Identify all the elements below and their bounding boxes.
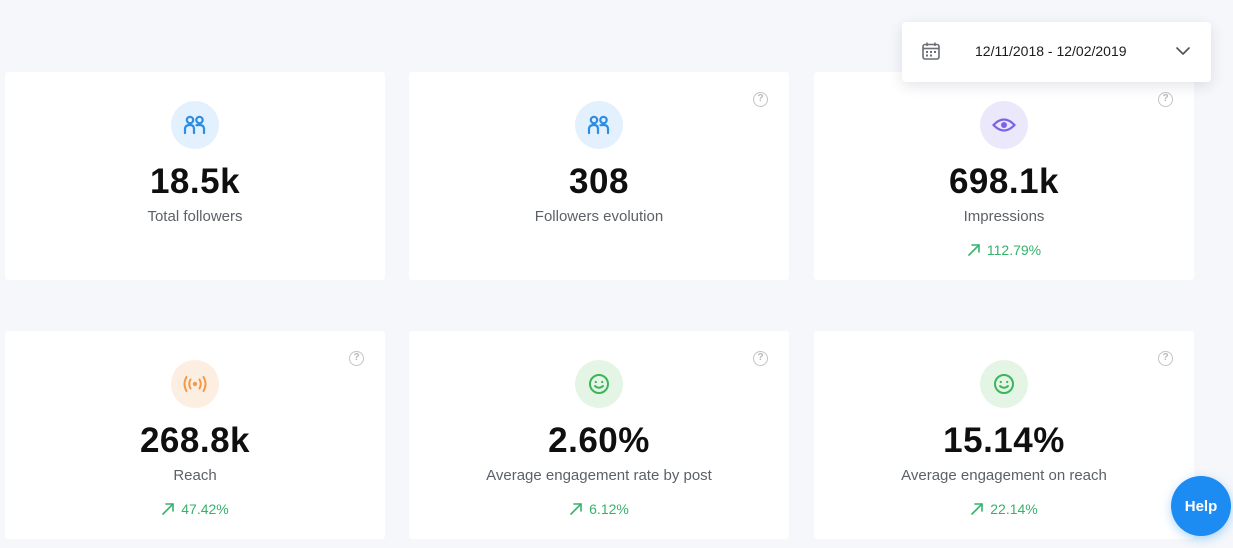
card-avg-engagement-post: ? 2.60% Average engagement rate by post … <box>409 331 789 539</box>
date-range-picker[interactable]: 12/11/2018 - 12/02/2019 <box>902 22 1211 82</box>
metric-label: Reach <box>173 467 217 484</box>
card-impressions: ? 698.1k Impressions 112.79% <box>814 72 1194 280</box>
trend-up: 22.14% <box>814 501 1194 517</box>
people-icon <box>171 101 219 149</box>
card-avg-engagement-reach: ? 15.14% Average engagement on reach 22.… <box>814 331 1194 539</box>
trend-value: 22.14% <box>990 501 1038 517</box>
trend-value: 112.79% <box>986 242 1042 258</box>
trend-value: 47.42% <box>181 501 229 517</box>
help-icon[interactable]: ? <box>349 351 364 366</box>
smile-icon <box>575 360 623 408</box>
date-range-value: 12/11/2018 - 12/02/2019 <box>975 43 1127 59</box>
metric-value: 18.5k <box>149 162 241 201</box>
help-icon[interactable]: ? <box>753 92 768 107</box>
trend-value: 6.12% <box>589 501 629 517</box>
trend-up: 112.79% <box>814 242 1194 258</box>
card-reach: ? 268.8k Reach 47.42% <box>5 331 385 539</box>
chevron-down-icon[interactable] <box>1175 44 1191 58</box>
card-total-followers: 18.5k Total followers <box>5 72 385 280</box>
dashboard: 18.5k Total followers ? 308 Followers ev… <box>0 0 1233 548</box>
smile-icon <box>980 360 1028 408</box>
trend-up-icon <box>968 244 980 256</box>
help-button[interactable]: Help <box>1171 476 1231 536</box>
help-icon[interactable]: ? <box>1158 92 1173 107</box>
trend-up: 47.42% <box>5 501 385 517</box>
card-followers-evolution: ? 308 Followers evolution <box>409 72 789 280</box>
metric-value: 2.60% <box>548 421 650 460</box>
help-icon[interactable]: ? <box>753 351 768 366</box>
metric-label: Impressions <box>963 208 1045 225</box>
metric-label: Average engagement rate by post <box>486 467 712 484</box>
metric-value: 308 <box>569 162 629 201</box>
help-icon[interactable]: ? <box>1158 351 1173 366</box>
metric-label: Total followers <box>147 208 243 225</box>
metric-label: Average engagement on reach <box>901 467 1107 484</box>
trend-up: 6.12% <box>409 501 789 517</box>
calendar-icon <box>922 42 940 60</box>
metric-value: 698.1k <box>948 162 1060 201</box>
metric-label: Followers evolution <box>534 208 664 225</box>
people-icon <box>575 101 623 149</box>
broadcast-icon <box>171 360 219 408</box>
trend-up-icon <box>971 503 984 515</box>
eye-icon <box>980 101 1028 149</box>
trend-up-icon <box>570 503 582 515</box>
trend-up-icon <box>162 503 175 515</box>
metric-value: 15.14% <box>943 421 1065 460</box>
metric-value: 268.8k <box>139 421 251 460</box>
